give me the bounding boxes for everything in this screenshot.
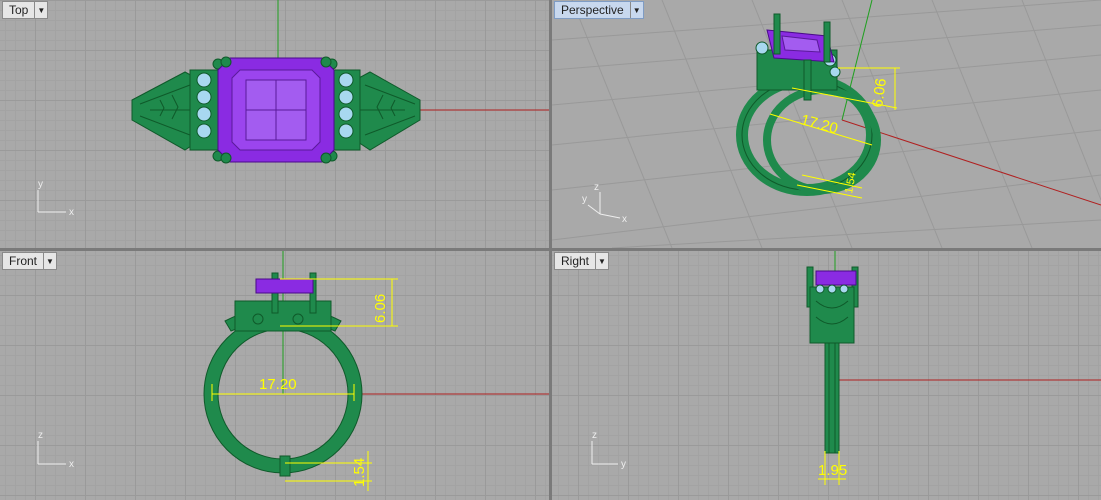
axis-x-label: x [622, 214, 627, 225]
rhino-four-viewports: Top ▼ x y Perspective ▼ 6.06 17.20 1.54 … [0, 0, 1101, 500]
axis-z-label: z [38, 430, 43, 441]
viewport-front[interactable]: Front ▼ 6.06 17.20 1.54 x z [0, 251, 549, 500]
x-axis-line [841, 119, 1101, 206]
axis-triad-icon: y z [591, 430, 626, 470]
axis-y-label: y [621, 459, 626, 470]
dim-band-label: 1.54 [843, 171, 859, 194]
viewport-title: Right [561, 254, 590, 268]
axis-x-label: x [69, 207, 74, 218]
right-scene: 1.95 y z [591, 251, 1101, 485]
dim-band-label: 1.95 [818, 462, 847, 479]
dim-band-label: 1.54 [351, 458, 368, 487]
ring-right [806, 266, 859, 454]
dim-height-label: 6.06 [372, 294, 389, 323]
viewport-tab-top[interactable]: Top ▼ [2, 1, 49, 19]
axis-z-label: z [594, 182, 599, 193]
axis-y-label: y [582, 194, 587, 205]
viewport-perspective[interactable]: Perspective ▼ 6.06 17.20 1.54 x y z [552, 0, 1101, 248]
perspective-scene: 6.06 17.20 1.54 x y z [552, 0, 1101, 248]
axis-triad-icon: x z [37, 430, 74, 470]
axis-triad-icon: x y [37, 179, 74, 218]
viewport-title: Top [9, 3, 29, 17]
ring-perspective [736, 13, 881, 196]
viewport-tab-front[interactable]: Front ▼ [2, 252, 58, 270]
center-gem-top [217, 57, 335, 163]
ring-shank-right [354, 71, 421, 151]
axis-y-label: y [38, 179, 43, 190]
viewport-tab-right[interactable]: Right ▼ [554, 252, 610, 270]
dim-width-label: 17.20 [799, 111, 840, 137]
top-scene: x y [37, 0, 549, 218]
axis-triad-icon: x y z [582, 182, 627, 225]
triangle-down-icon[interactable]: ▼ [629, 2, 643, 18]
dim-height-label: 6.06 [869, 77, 890, 108]
viewport-tab-perspective[interactable]: Perspective ▼ [554, 1, 644, 19]
triangle-down-icon[interactable]: ▼ [43, 253, 56, 269]
front-scene: 6.06 17.20 1.54 x z [37, 251, 549, 491]
triangle-down-icon[interactable]: ▼ [34, 2, 47, 18]
axis-x-label: x [69, 459, 74, 470]
dim-width-label: 17.20 [259, 376, 297, 393]
triangle-down-icon[interactable]: ▼ [595, 253, 608, 269]
viewport-title: Perspective [561, 3, 624, 17]
axis-z-label: z [592, 430, 597, 441]
viewport-title: Front [9, 254, 38, 268]
viewport-right[interactable]: Right ▼ 1.95 y z [552, 251, 1101, 500]
viewport-top[interactable]: Top ▼ x y [0, 0, 549, 248]
